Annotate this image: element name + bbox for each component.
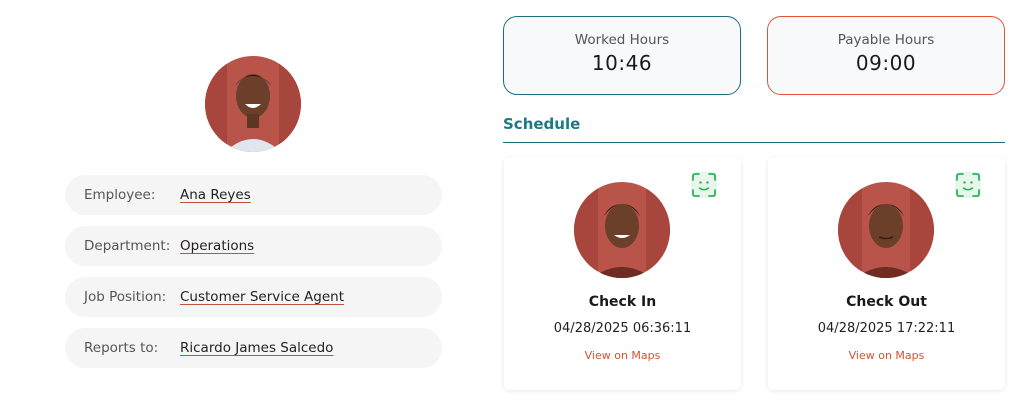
schedule-divider — [503, 142, 1005, 143]
reports-to-link[interactable]: Ricardo James Salcedo — [180, 340, 333, 356]
job-position-label: Job Position: — [84, 289, 167, 305]
face-scan-icon[interactable] — [690, 171, 718, 199]
employee-row: Employee: Ana Reyes — [65, 175, 442, 215]
payable-hours-title: Payable Hours — [837, 32, 935, 48]
worked-hours-title: Worked Hours — [574, 32, 670, 48]
employee-label: Employee: — [84, 187, 156, 203]
check-out-title: Check Out — [846, 294, 927, 310]
check-out-timestamp: 04/28/2025 17:22:11 — [817, 321, 956, 336]
reports-to-row: Reports to: Ricardo James Salcedo — [65, 328, 442, 368]
face-scan-icon[interactable] — [954, 171, 982, 199]
check-in-map-link[interactable]: View on Maps — [504, 349, 741, 362]
reports-to-label: Reports to: — [84, 340, 159, 356]
department-label: Department: — [84, 238, 171, 254]
check-in-timestamp: 04/28/2025 06:36:11 — [553, 321, 692, 336]
check-out-map-link[interactable]: View on Maps — [768, 349, 1005, 362]
check-in-title: Check In — [588, 294, 657, 310]
check-in-photo — [574, 182, 670, 278]
schedule-title: Schedule — [503, 115, 581, 133]
check-out-card: Check Out 04/28/2025 17:22:11 View on Ma… — [768, 157, 1005, 390]
worked-hours-value: 10:46 — [591, 51, 653, 75]
department-link[interactable]: Operations — [180, 238, 254, 254]
payable-hours-card: Payable Hours 09:00 — [767, 16, 1005, 95]
job-position-row: Job Position: Customer Service Agent — [65, 277, 442, 317]
job-position-link[interactable]: Customer Service Agent — [180, 289, 344, 305]
check-in-card: Check In 04/28/2025 06:36:11 View on Map… — [504, 157, 741, 390]
department-row: Department: Operations — [65, 226, 442, 266]
profile-avatar — [205, 56, 301, 152]
check-out-photo — [838, 182, 934, 278]
worked-hours-card: Worked Hours 10:46 — [503, 16, 741, 95]
employee-link[interactable]: Ana Reyes — [180, 187, 251, 203]
payable-hours-value: 09:00 — [855, 51, 917, 75]
